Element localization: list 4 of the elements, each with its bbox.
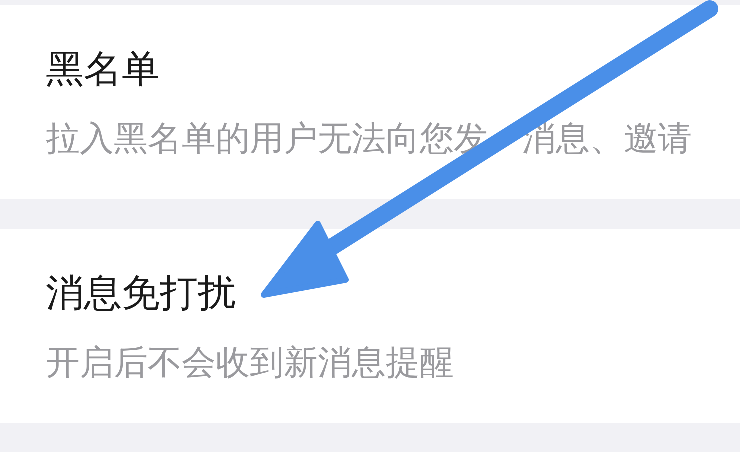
setting-description: 开启后不会收到新消息提醒 <box>46 342 454 385</box>
setting-title: 黑名单 <box>46 46 161 93</box>
setting-title: 消息免打扰 <box>46 270 237 317</box>
settings-card[interactable]: 消息免打扰 开启后不会收到新消息提醒 <box>0 229 740 423</box>
